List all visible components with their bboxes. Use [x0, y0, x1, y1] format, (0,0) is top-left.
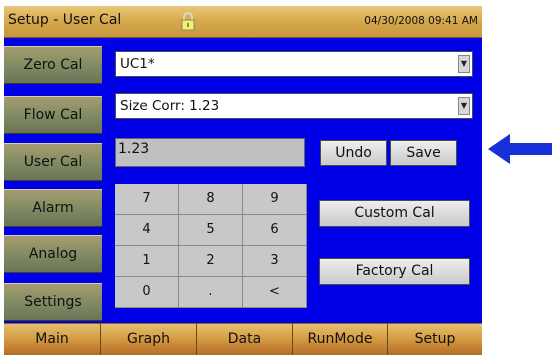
device-screen: Setup - User Cal 04/30/2008 09:41 AM Zer…	[4, 6, 482, 355]
size-corr-value: Size Corr: 1.23	[120, 98, 220, 114]
side-menu-settings[interactable]: Settings	[4, 283, 102, 321]
key-1[interactable]: 1	[115, 246, 179, 277]
title-bar: Setup - User Cal 04/30/2008 09:41 AM	[4, 6, 482, 38]
key-5[interactable]: 5	[179, 215, 243, 246]
key-backspace[interactable]: <	[243, 277, 307, 308]
value-display-field[interactable]: 1.23	[115, 138, 305, 167]
key-decimal[interactable]: .	[179, 277, 243, 308]
tab-graph[interactable]: Graph	[101, 323, 197, 355]
tab-setup[interactable]: Setup	[388, 323, 482, 355]
key-8[interactable]: 8	[179, 184, 243, 215]
save-button[interactable]: Save	[390, 140, 457, 166]
key-6[interactable]: 6	[243, 215, 307, 246]
tab-main[interactable]: Main	[4, 323, 101, 355]
dropdown-arrow-icon[interactable]: ▼	[458, 55, 470, 73]
key-7[interactable]: 7	[115, 184, 179, 215]
tab-data[interactable]: Data	[197, 323, 293, 355]
cal-select-dropdown[interactable]: UC1* ▼	[115, 51, 473, 77]
side-menu-flow-cal[interactable]: Flow Cal	[4, 96, 102, 134]
datetime-display: 04/30/2008 09:41 AM	[364, 15, 478, 27]
cal-select-value: UC1*	[120, 56, 155, 72]
factory-cal-button[interactable]: Factory Cal	[319, 258, 470, 285]
key-2[interactable]: 2	[179, 246, 243, 277]
numeric-keypad: 7 8 9 4 5 6 1 2 3 0 . <	[115, 184, 307, 308]
undo-button[interactable]: Undo	[320, 140, 387, 166]
side-menu-analog[interactable]: Analog	[4, 235, 102, 273]
tab-runmode[interactable]: RunMode	[293, 323, 388, 355]
side-menu-zero-cal[interactable]: Zero Cal	[4, 46, 102, 84]
side-menu-user-cal[interactable]: User Cal	[4, 143, 102, 181]
key-0[interactable]: 0	[115, 277, 179, 308]
dropdown-arrow-icon[interactable]: ▼	[458, 97, 470, 115]
screen-title: Setup - User Cal	[8, 12, 122, 28]
key-3[interactable]: 3	[243, 246, 307, 277]
side-menu-alarm[interactable]: Alarm	[4, 189, 102, 227]
custom-cal-button[interactable]: Custom Cal	[319, 200, 470, 227]
size-corr-dropdown[interactable]: Size Corr: 1.23 ▼	[115, 93, 473, 119]
key-4[interactable]: 4	[115, 215, 179, 246]
key-9[interactable]: 9	[243, 184, 307, 215]
lock-icon	[181, 12, 195, 31]
left-arrow-icon	[488, 134, 552, 164]
